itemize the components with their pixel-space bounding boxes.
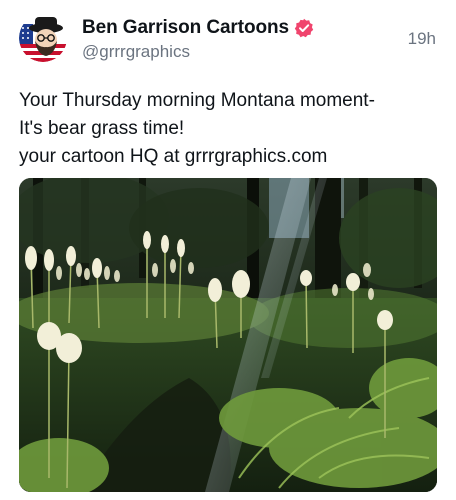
post-text-line: your cartoon HQ at grrrgraphics.com [19,146,328,167]
author-handle[interactable]: @grrrgraphics [82,42,190,62]
verified-badge-icon [294,18,314,38]
avatar[interactable] [19,14,67,62]
post-text: Your Thursday morning Montana moment- It… [19,87,439,171]
post-photo[interactable] [19,178,437,492]
post-text-line: Your Thursday morning Montana moment- [19,90,375,111]
author-display-name[interactable]: Ben Garrison Cartoons [82,17,289,39]
bear-grass-forest-photo [19,178,437,492]
post-text-line: It's bear grass time! [19,118,185,139]
post-timestamp[interactable]: 19h [408,29,436,49]
cartoon-avatar-icon [19,14,67,62]
post-card[interactable]: Ben Garrison Cartoons @grrrgraphics 19h … [0,0,456,500]
author-row[interactable]: Ben Garrison Cartoons [82,16,314,40]
